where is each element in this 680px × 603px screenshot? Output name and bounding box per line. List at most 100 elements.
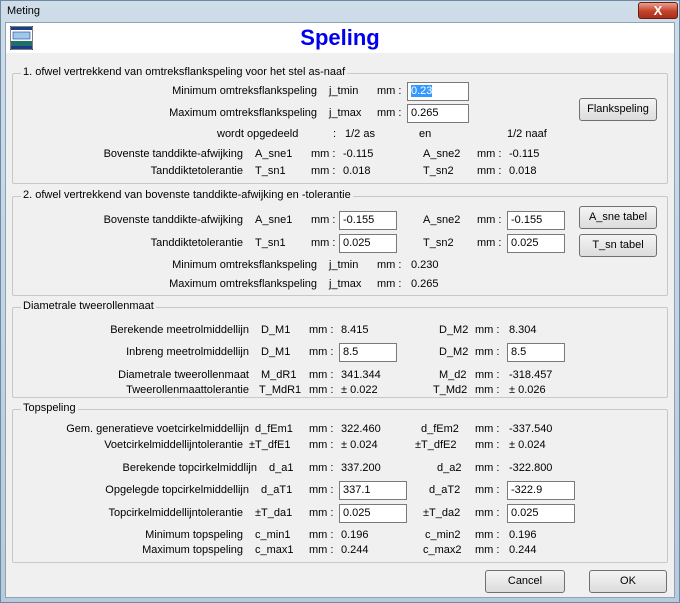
d-at2-input[interactable]: -322.9 <box>507 481 575 500</box>
d-m1-input[interactable]: 8.5 <box>339 343 397 362</box>
row-label: Gem. generatieve voetcirkelmiddellijn <box>66 423 249 435</box>
a-sne-tabel-button[interactable]: A_sne tabel <box>579 206 657 229</box>
close-button[interactable]: X <box>638 2 678 19</box>
row-label: Maximum omtreksflankspeling <box>169 278 317 290</box>
unit-2: mm : <box>477 165 502 177</box>
value-2: -322.800 <box>509 462 553 474</box>
t-sn2-input[interactable]: 0.025 <box>507 234 565 253</box>
sym-2: A_sne2 <box>423 148 461 160</box>
unit: mm : <box>377 278 402 290</box>
row-label: Bovenste tanddikte-afwijking <box>103 214 243 226</box>
d-at1-input[interactable]: 337.1 <box>339 481 407 500</box>
group-tweerollenmaat: Diametrale tweerollenmaat Berekende meet… <box>12 300 668 398</box>
sym-1: c_max1 <box>255 544 294 556</box>
sym-2: T_sn2 <box>423 237 454 249</box>
min-unit: mm : <box>377 85 402 97</box>
sym-1: T_MdR1 <box>259 384 302 396</box>
value: 0.230 <box>411 259 439 271</box>
dialog-window: Meting X Speling 1. ofwel vertrekkend va… <box>0 0 680 603</box>
max-symbol: j_tmax <box>329 107 362 119</box>
unit-1: mm : <box>309 507 334 519</box>
title-bar[interactable]: Meting X <box>1 1 679 21</box>
value-1: 0.196 <box>341 529 369 541</box>
unit-2: mm : <box>475 529 500 541</box>
split-as: 1/2 as <box>345 128 375 140</box>
value-2: ± 0.026 <box>509 384 546 396</box>
group-topspeling: Topspeling Gem. generatieve voetcirkelmi… <box>12 402 668 563</box>
group-title: 1. ofwel vertrekkend van omtreksflankspe… <box>21 66 348 78</box>
flankspeling-button[interactable]: Flankspeling <box>579 98 657 121</box>
unit-1: mm : <box>309 384 334 396</box>
sym-2: d_fEm2 <box>421 423 459 435</box>
min-value: 0.23 <box>411 85 433 97</box>
value-1: 0.018 <box>343 165 371 177</box>
unit-1: mm : <box>309 544 334 556</box>
sym-1: T_sn1 <box>255 165 286 177</box>
unit-2: mm : <box>475 384 500 396</box>
row-label: Tweerollenmaattolerantie <box>126 384 249 396</box>
ok-button[interactable]: OK <box>589 570 667 593</box>
symbol: j_tmin <box>329 259 359 271</box>
unit-2: mm : <box>475 369 500 381</box>
min-flankspeling-input[interactable]: 0.23 <box>407 82 469 101</box>
unit-1: mm : <box>309 462 334 474</box>
min-label: Minimum omtreksflankspeling <box>172 85 317 97</box>
unit-1: mm : <box>309 484 334 496</box>
t-da1-input[interactable]: 0.025 <box>339 504 407 523</box>
page-title: Speling <box>300 25 380 50</box>
value-2: 8.304 <box>509 324 537 336</box>
split-naaf: 1/2 naaf <box>507 128 547 140</box>
a-sne2-input[interactable]: -0.155 <box>507 211 565 230</box>
unit-1: mm : <box>309 369 334 381</box>
sym-1: d_fEm1 <box>255 423 293 435</box>
row-label: Maximum topspeling <box>142 544 243 556</box>
unit-1: mm : <box>309 346 334 358</box>
unit-2: mm : <box>475 346 500 358</box>
group-title: Diametrale tweerollenmaat <box>21 300 156 312</box>
group-flankspeling: 1. ofwel vertrekkend van omtreksflankspe… <box>12 66 668 184</box>
sym-2: T_sn2 <box>423 165 454 177</box>
sym-1: d_aT1 <box>261 484 293 496</box>
a-sne1-input[interactable]: -0.155 <box>339 211 397 230</box>
sym-2: ±T_da2 <box>423 507 461 519</box>
row-label: Opgelegde topcirkelmiddellijn <box>105 484 249 496</box>
value-2: 0.018 <box>509 165 537 177</box>
sym-1: ±T_da1 <box>255 507 293 519</box>
value-1: 322.460 <box>341 423 381 435</box>
sym-1: A_sne1 <box>255 214 293 226</box>
row-label: Berekende topcirkelmiddlijn <box>122 462 257 474</box>
unit-2: mm : <box>475 423 500 435</box>
t-sn-tabel-button[interactable]: T_sn tabel <box>579 234 657 257</box>
max-label: Maximum omtreksflankspeling <box>169 107 317 119</box>
sym-1: T_sn1 <box>255 237 286 249</box>
sym-1: A_sne1 <box>255 148 293 160</box>
split-en: en <box>419 128 432 140</box>
unit-2: mm : <box>475 544 500 556</box>
close-icon: X <box>653 3 663 18</box>
sym-1: D_M1 <box>261 324 291 336</box>
sym-2: d_aT2 <box>429 484 461 496</box>
unit-2: mm : <box>475 507 500 519</box>
cancel-button[interactable]: Cancel <box>485 570 565 593</box>
max-flankspeling-input[interactable]: 0.265 <box>407 104 469 123</box>
unit-2: mm : <box>477 237 502 249</box>
value-2: 0.244 <box>509 544 537 556</box>
t-sn1-input[interactable]: 0.025 <box>339 234 397 253</box>
sym-2: A_sne2 <box>423 214 461 226</box>
header-banner: Speling <box>6 23 674 53</box>
unit-2: mm : <box>477 148 502 160</box>
sym-1: c_min1 <box>255 529 291 541</box>
group-title: Topspeling <box>21 402 78 414</box>
sym-2: D_M2 <box>439 346 469 358</box>
t-da2-input[interactable]: 0.025 <box>507 504 575 523</box>
value: 0.265 <box>411 278 439 290</box>
d-m2-input[interactable]: 8.5 <box>507 343 565 362</box>
row-label: Bovenste tanddikte-afwijking <box>103 148 243 160</box>
unit-1: mm : <box>309 423 334 435</box>
unit-2: mm : <box>475 324 500 336</box>
value-1: ± 0.022 <box>341 384 378 396</box>
sym-2: c_max2 <box>423 544 462 556</box>
row-label: Minimum topspeling <box>145 529 243 541</box>
min-symbol: j_tmin <box>329 85 359 97</box>
unit-2: mm : <box>475 439 500 451</box>
